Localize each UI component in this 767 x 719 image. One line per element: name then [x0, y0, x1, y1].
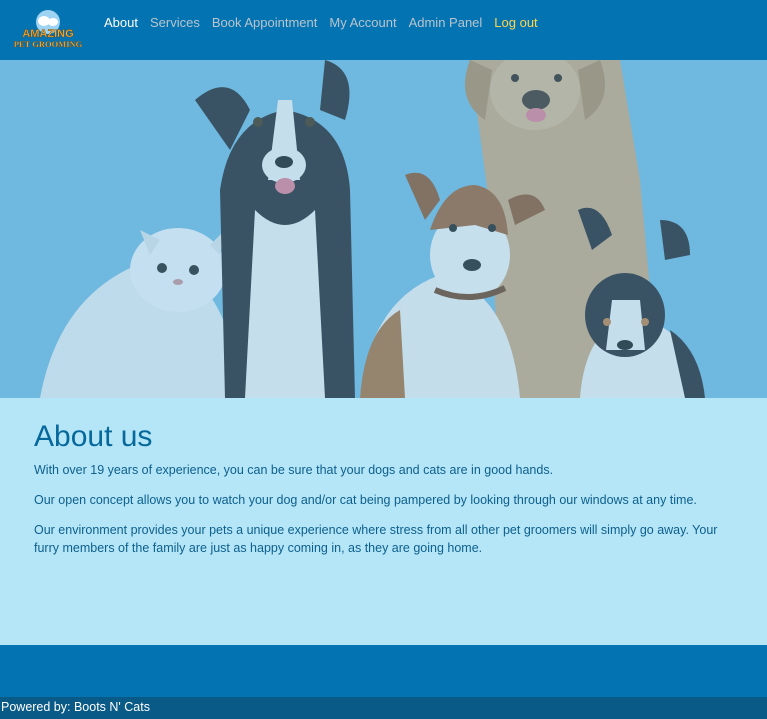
page-title: About us [34, 420, 153, 453]
nav-log-out[interactable]: Log out [494, 16, 537, 30]
about-paragraph-environment: Our environment provides your pets a uni… [34, 523, 718, 555]
about-paragraph-open-concept: Our open concept allows you to watch you… [34, 493, 697, 507]
nav-services[interactable]: Services [150, 16, 200, 30]
nav-about[interactable]: About [104, 16, 138, 30]
powered-by-text: Powered by: Boots N' Cats [1, 700, 150, 714]
about-paragraph-experience: With over 19 years of experience, you ca… [34, 463, 554, 477]
hero-image-pets [0, 60, 767, 398]
nav-admin-panel[interactable]: Admin Panel [409, 16, 483, 30]
about-section: About us With over 19 years of experienc… [0, 398, 767, 645]
site-logo[interactable]: AMAZING PET GROOMING [8, 9, 88, 51]
footer-band [0, 645, 767, 697]
navbar: AMAZING PET GROOMING About Services Book… [0, 0, 767, 60]
nav-my-account[interactable]: My Account [329, 16, 396, 30]
logo-text-line2: PET GROOMING [14, 39, 83, 49]
nav-menu: About Services Book Appointment My Accou… [104, 16, 550, 30]
nav-book-appointment[interactable]: Book Appointment [212, 16, 318, 30]
footer: Powered by: Boots N' Cats [0, 697, 767, 719]
